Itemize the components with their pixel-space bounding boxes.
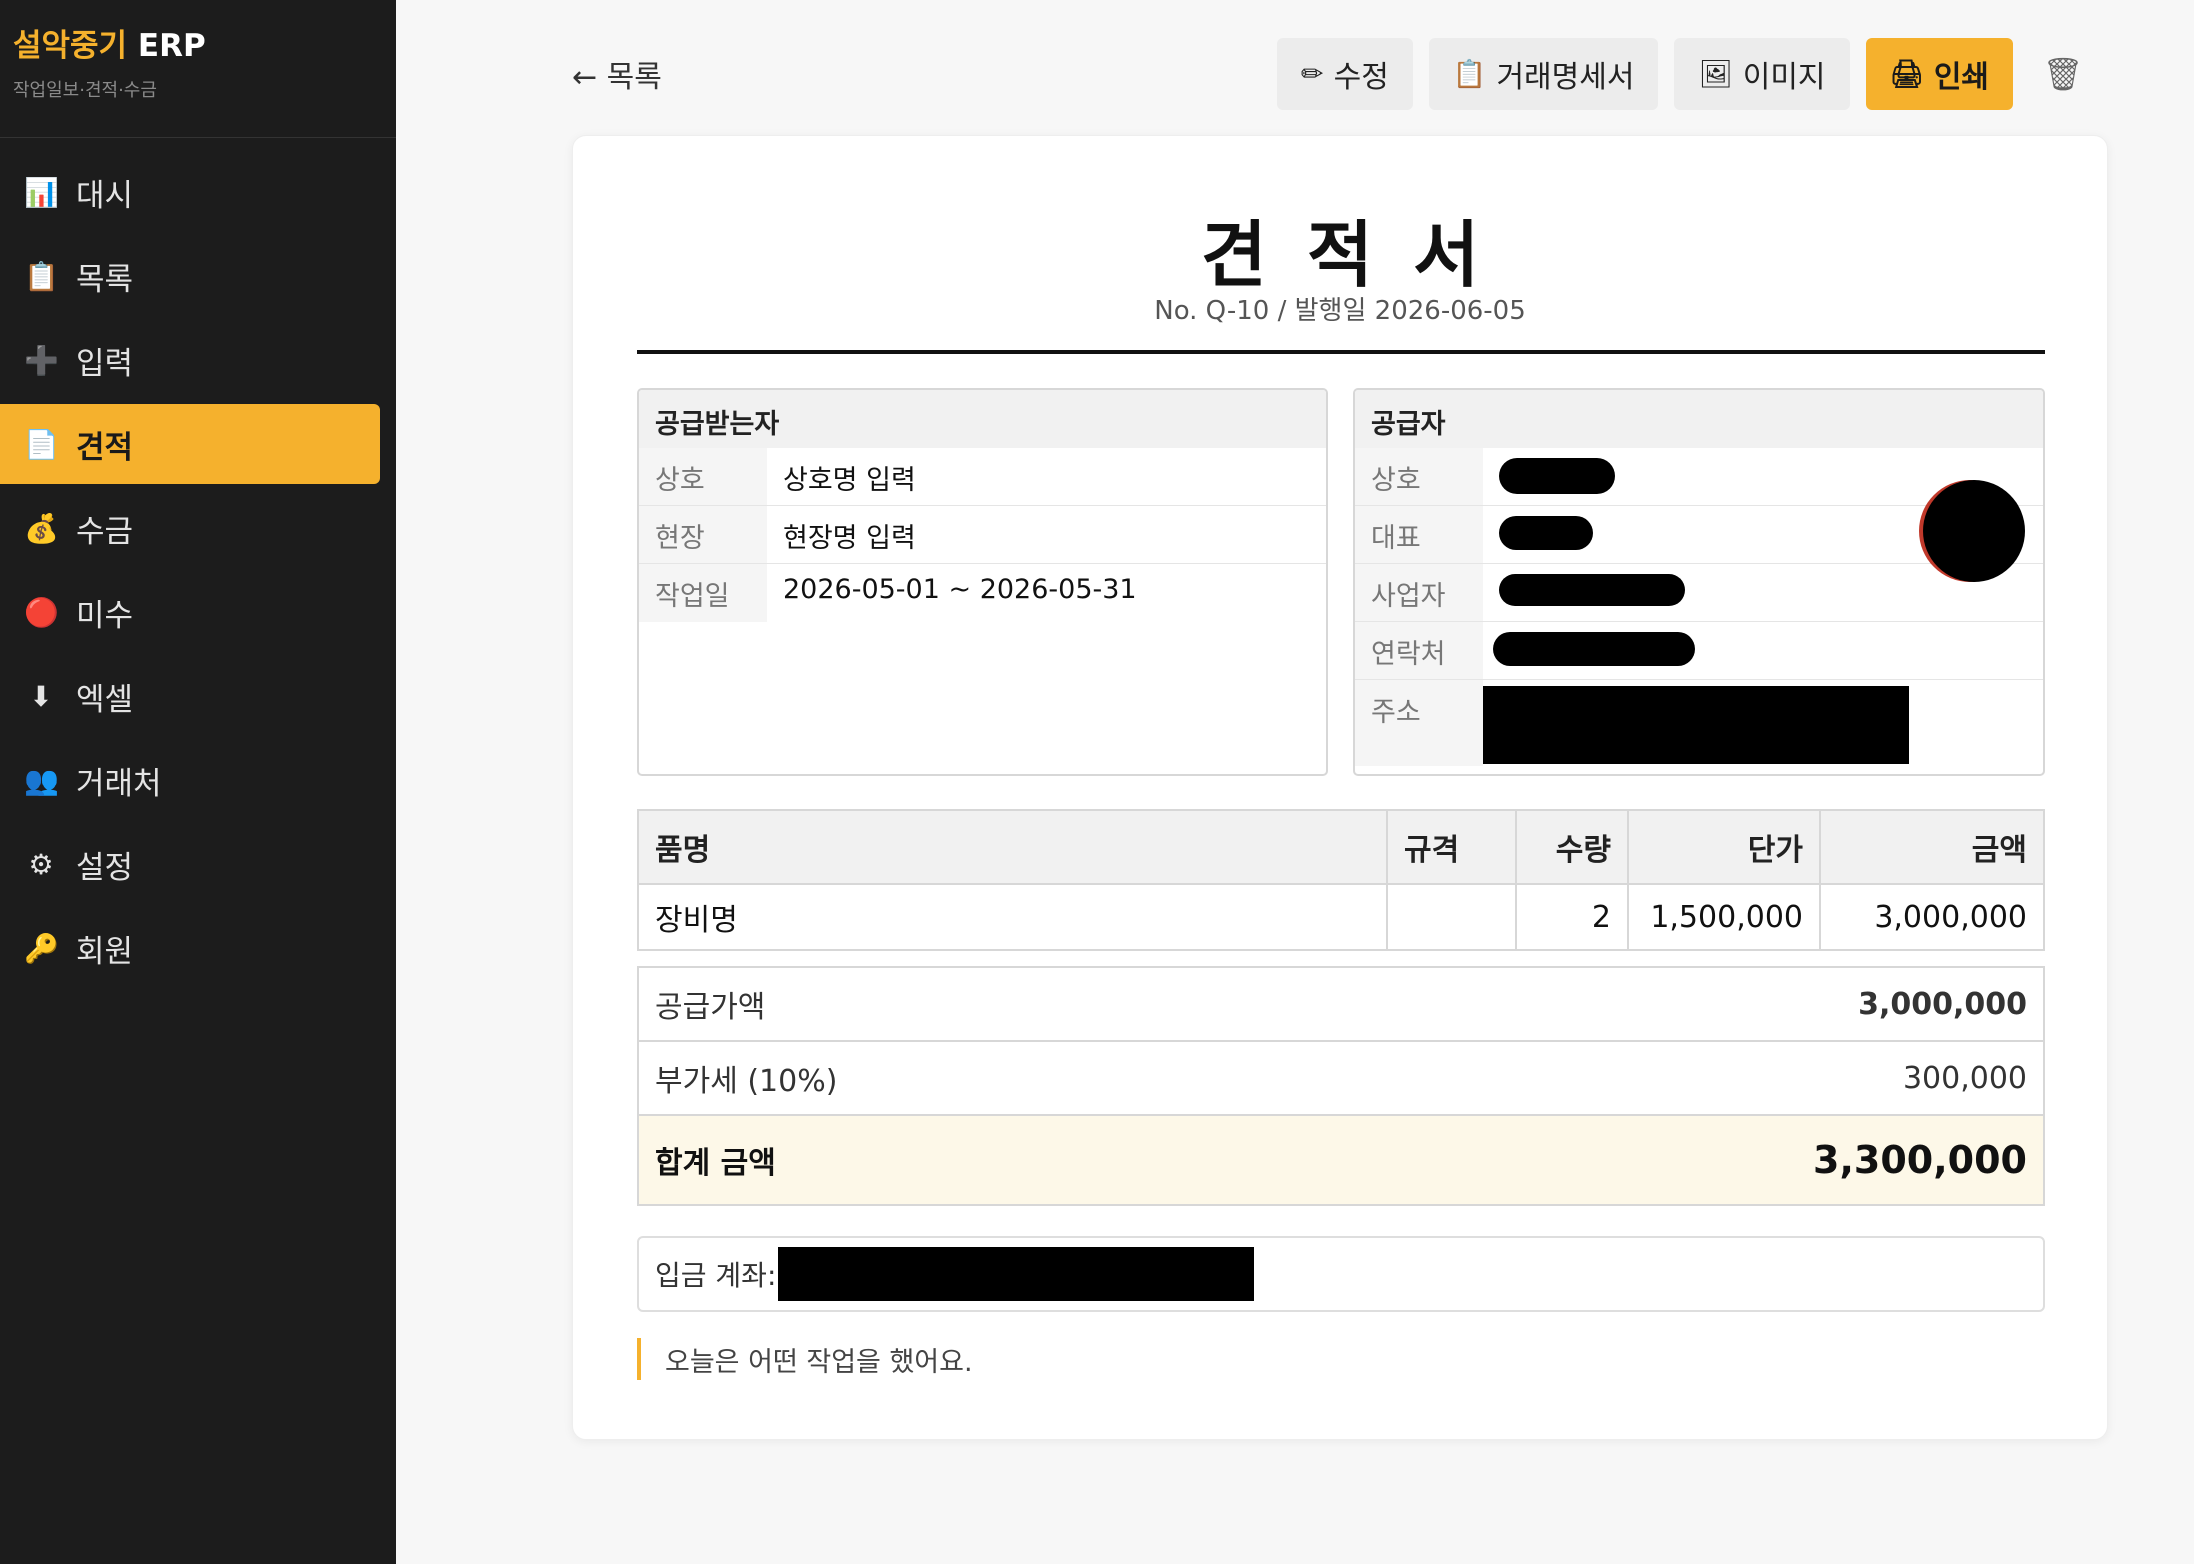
receiver-heading: 공급받는자 — [639, 390, 1326, 448]
toolbar: ✏ 수정 📋 거래명세서 🖼 이미지 🖨 인쇄 🗑 — [1277, 38, 2093, 110]
column-header: 단가 — [1627, 809, 1821, 885]
document-icon: 📄 — [24, 427, 59, 461]
edit-button[interactable]: ✏ 수정 — [1277, 38, 1413, 110]
supplier-row: 사업자 — [1355, 564, 2043, 622]
statement-button[interactable]: 📋 거래명세서 — [1428, 38, 1659, 110]
chart-icon: 📊 — [24, 175, 59, 209]
grand-total-row: 합계 금액 3,300,000 — [639, 1114, 2043, 1204]
clipboard-icon: 📋 — [1452, 59, 1487, 90]
supply-amount-row: 공급가액 3,000,000 — [639, 966, 2043, 1040]
app-subtitle: 작업일보·견적·수금 — [13, 80, 157, 101]
column-header: 수량 — [1515, 809, 1629, 885]
sidebar-item-clients[interactable]: 👥 거래처 — [0, 740, 380, 820]
redaction — [778, 1247, 1255, 1301]
item-price-cell: 1,500,000 — [1627, 883, 1821, 951]
sidebar-item-label: 견적 — [76, 429, 134, 466]
item-amount-cell: 3,000,000 — [1819, 883, 2045, 951]
sidebar-item-members[interactable]: 🔑 회원 — [0, 908, 380, 988]
column-header: 품명 — [637, 809, 1388, 885]
sidebar-item-excel[interactable]: ⬇ 엑셀 — [0, 656, 380, 736]
sidebar: 설악중기 ERP 작업일보·견적·수금 📊 대시 📋 목록 ➕ 입력 📄 견적 💰 수금 … — [0, 0, 396, 1564]
sidebar-item-label: 목록 — [76, 261, 134, 298]
sidebar-item-label: 거래처 — [76, 765, 162, 802]
money-bag-icon: 💰 — [24, 511, 59, 545]
sidebar-item-label: 회원 — [76, 933, 134, 970]
title-divider — [637, 350, 2045, 354]
supplier-row: 연락처 — [1355, 622, 2043, 680]
sidebar-item-dashboard[interactable]: 📊 대시 — [0, 152, 380, 232]
app-title: 설악중기 ERP — [13, 28, 206, 64]
sidebar-item-quote[interactable]: 📄 견적 — [0, 404, 380, 484]
table-row: 장비명 2 1,500,000 3,000,000 — [637, 883, 2045, 951]
image-button[interactable]: 🖼 이미지 — [1674, 38, 1850, 110]
items-header-row: 품명 규격 수량 단가 금액 — [637, 809, 2045, 885]
pencil-icon: ✏ — [1301, 58, 1324, 90]
print-button[interactable]: 🖨 인쇄 — [1865, 38, 2014, 110]
item-spec-cell — [1386, 883, 1517, 951]
supplier-heading: 공급자 — [1355, 390, 2043, 448]
redaction — [1499, 574, 1685, 606]
sidebar-item-label: 입력 — [76, 345, 134, 382]
account-label: 입금 계좌: — [655, 1259, 777, 1292]
plus-icon: ➕ — [24, 343, 59, 377]
company-seal — [1923, 480, 2025, 582]
red-circle-icon: 🔴 — [24, 595, 59, 629]
key-icon: 🔑 — [24, 931, 59, 965]
document-number-date: No. Q-10 / 발행일 2026-06-05 — [1154, 296, 1526, 326]
bank-account: 입금 계좌: — [637, 1236, 2045, 1312]
totals-box: 공급가액 3,000,000 부가세 (10%) 300,000 합계 금액 3,30… — [637, 966, 2045, 1206]
sidebar-item-label: 수금 — [76, 513, 134, 550]
trash-icon: 🗑 — [2042, 55, 2084, 93]
supplier-box: 공급자 상호 대표 사업자 연락처 주소 — [1353, 388, 2045, 776]
redaction — [1499, 516, 1593, 550]
sidebar-item-label: 대시 — [76, 177, 134, 214]
item-name-cell: 장비명 — [637, 883, 1388, 951]
sidebar-item-input[interactable]: ➕ 입력 — [0, 320, 380, 400]
delete-button[interactable]: 🗑 — [2033, 38, 2093, 110]
items-table: 품명 규격 수량 단가 금액 장비명 2 1,500,000 3,000,000 — [637, 809, 2045, 951]
back-to-list-link[interactable]: ← 목록 — [572, 52, 662, 96]
receiver-row: 작업일 2026-05-01 ~ 2026-05-31 — [639, 564, 1326, 622]
sidebar-item-collection[interactable]: 💰 수금 — [0, 488, 380, 568]
clipboard-icon: 📋 — [24, 259, 59, 293]
download-arrow-icon: ⬇ — [29, 679, 53, 713]
redaction — [1483, 686, 1909, 764]
sidebar-nav: 📊 대시 📋 목록 ➕ 입력 📄 견적 💰 수금 🔴 미수 ⬇ 엑셀 👥 거래처 ⚙ 설정 🔑 회원 — [0, 138, 396, 988]
sidebar-item-label: 엑셀 — [76, 681, 134, 718]
brand: 설악중기 ERP 작업일보·견적·수금 — [0, 0, 396, 138]
receiver-box: 공급받는자 상호 상호명 입력 현장 현장명 입력 작업일 2026-05-01 ~ … — [637, 388, 1328, 776]
memo-note: 오늘은 어떤 작업을 했어요. — [637, 1338, 973, 1380]
redaction — [1499, 458, 1615, 494]
sidebar-item-unpaid[interactable]: 🔴 미수 — [0, 572, 380, 652]
column-header: 규격 — [1386, 809, 1517, 885]
picture-icon: 🖼 — [1698, 59, 1733, 90]
receiver-row: 현장 현장명 입력 — [639, 506, 1326, 564]
vat-row: 부가세 (10%) 300,000 — [639, 1040, 2043, 1114]
column-header: 금액 — [1819, 809, 2045, 885]
sidebar-item-list[interactable]: 📋 목록 — [0, 236, 380, 316]
sidebar-item-label: 미수 — [76, 597, 134, 634]
redaction — [1493, 632, 1695, 666]
receiver-row: 상호 상호명 입력 — [639, 448, 1326, 506]
quote-document: 견적서 No. Q-10 / 발행일 2026-06-05 공급받는자 상호 상호… — [572, 135, 2108, 1440]
printer-icon: 🖨 — [1889, 59, 1924, 90]
item-qty-cell: 2 — [1515, 883, 1629, 951]
sidebar-item-settings[interactable]: ⚙ 설정 — [0, 824, 380, 904]
supplier-row: 주소 — [1355, 680, 2043, 766]
gear-icon: ⚙ — [28, 847, 54, 881]
people-icon: 👥 — [24, 763, 59, 797]
document-title: 견적서 — [1200, 213, 1520, 297]
sidebar-item-label: 설정 — [76, 849, 134, 886]
